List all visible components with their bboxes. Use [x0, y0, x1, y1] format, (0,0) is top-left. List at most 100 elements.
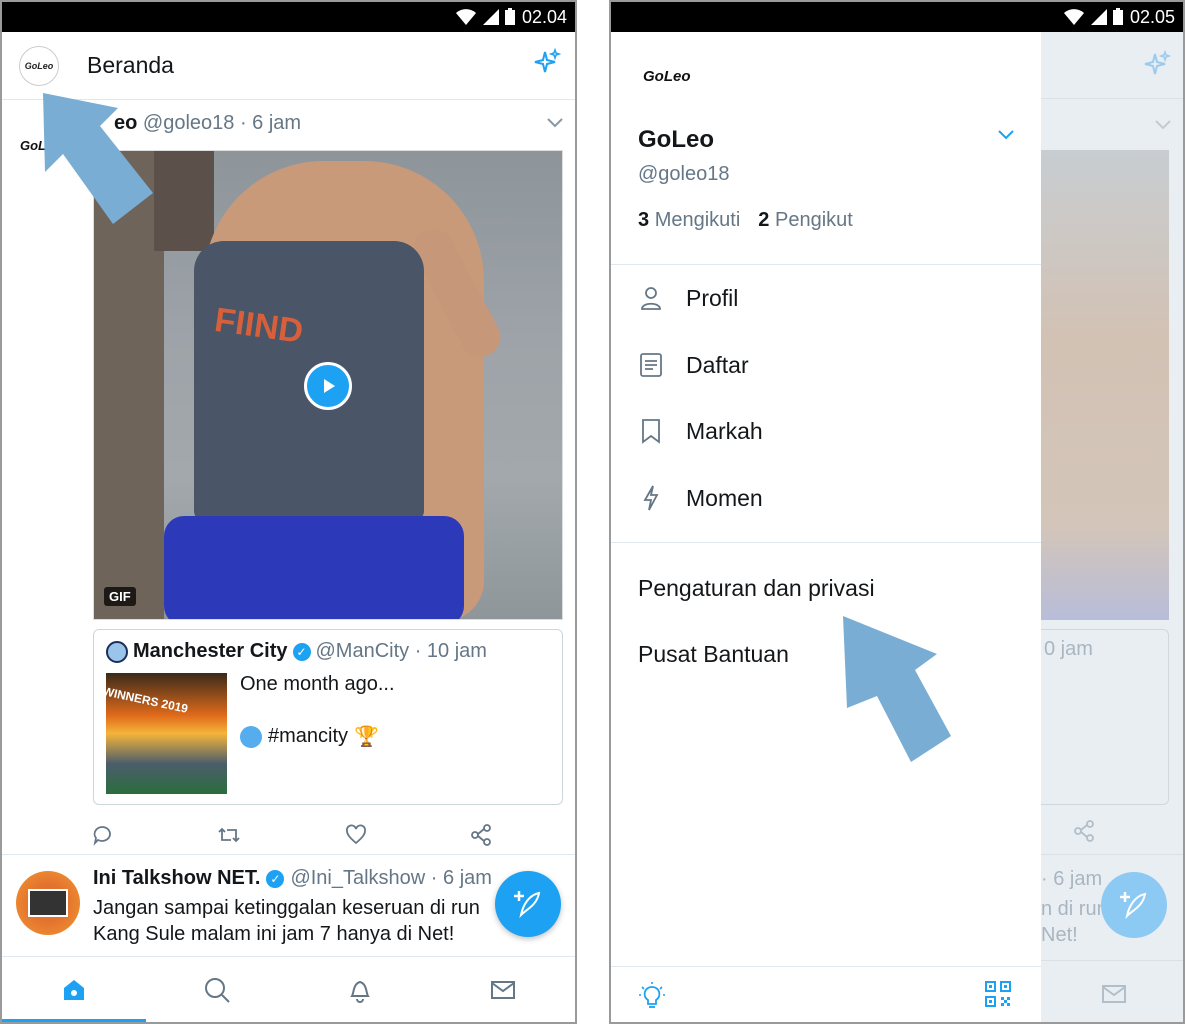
dimmed-timeline[interactable]: 0 jam · 6 jam n di run Net! — [1041, 32, 1183, 1022]
mail-icon — [1102, 985, 1126, 1003]
battery-icon — [504, 8, 515, 25]
bottom-nav — [2, 956, 575, 1022]
retweet-icon[interactable] — [217, 824, 241, 846]
dimmed-quote-meta: 0 jam — [1044, 638, 1093, 660]
divider — [1041, 854, 1183, 855]
drawer-bottom-bar — [611, 966, 1041, 1022]
page-title: Beranda — [87, 52, 174, 78]
wifi-icon — [1063, 9, 1084, 25]
lightning-icon — [638, 483, 664, 513]
annotation-arrow — [843, 616, 951, 762]
quoted-hashtag-line: #mancity 🏆 — [240, 724, 379, 749]
clock: 02.05 — [1129, 6, 1175, 27]
phone-screen-right: 02.05 0 jam · 6 jam n di run Net! GoLeo … — [609, 0, 1185, 1024]
gif-badge: GIF — [104, 587, 136, 606]
quoted-meta: @ManCity · 10 jam — [315, 640, 487, 662]
tweet-meta: @Ini_Talkshow · 6 jam — [290, 867, 492, 889]
tweet-text-line: Jangan sampai ketinggalan keseruan di ru… — [93, 897, 480, 919]
tweet-avatar[interactable] — [16, 871, 80, 935]
media-scene — [154, 151, 214, 251]
drawer-item-label: Markah — [686, 417, 763, 444]
signal-icon — [482, 9, 499, 25]
like-icon[interactable] — [345, 824, 367, 846]
quoted-image[interactable]: WINNERS 2019 — [106, 673, 227, 794]
play-icon — [324, 379, 335, 393]
search-icon[interactable] — [203, 976, 231, 1004]
chevron-down-icon[interactable] — [547, 118, 563, 128]
divider — [611, 264, 1041, 265]
status-bar: 02.04 — [2, 2, 575, 32]
mancity-avatar — [106, 640, 128, 663]
wifi-icon — [455, 9, 476, 25]
gif-media[interactable]: FIIND GIF — [93, 150, 563, 620]
feather-plus-icon — [514, 891, 541, 919]
divider — [611, 542, 1041, 543]
chevron-down-icon — [1155, 120, 1171, 130]
sparkle-icon[interactable] — [531, 48, 561, 78]
tweet-header: Ini Talkshow NET. ✓ @Ini_Talkshow · 6 ja… — [93, 867, 492, 890]
share-icon — [1074, 820, 1094, 842]
profile-avatar-button[interactable]: GoLeo — [19, 46, 59, 86]
drawer-display-name[interactable]: GoLeo — [638, 126, 714, 154]
play-button[interactable] — [304, 362, 352, 410]
following-label: Mengikuti — [654, 209, 741, 231]
drawer-item-profil[interactable]: Profil — [638, 278, 738, 318]
compose-tweet-button — [1101, 872, 1167, 938]
phone-screen-left: 02.04 GoLeo Beranda GoLeo eo @goleo18 · … — [0, 0, 577, 1024]
tweet-author-name[interactable]: Ini Talkshow NET. — [93, 867, 260, 890]
lightbulb-icon[interactable] — [637, 981, 667, 1011]
home-icon[interactable] — [60, 976, 88, 1004]
image-banner-text: WINNERS 2019 — [106, 684, 190, 716]
drawer-item-daftar[interactable]: Daftar — [638, 345, 749, 385]
followers-link[interactable]: 2 Pengikut — [758, 209, 853, 232]
drawer-item-label: Daftar — [686, 351, 749, 378]
tweet-meta: @goleo18 · 6 jam — [142, 112, 302, 134]
hashtag-link[interactable]: #mancity — [268, 725, 348, 748]
quoted-author-name: Manchester City — [133, 640, 288, 662]
verified-icon: ✓ — [292, 642, 311, 661]
media-scene — [164, 516, 464, 619]
quoted-text: One month ago... — [240, 673, 395, 695]
followers-count: 2 — [758, 209, 770, 231]
tweet-card[interactable]: Ini Talkshow NET. ✓ @Ini_Talkshow · 6 ja… — [2, 855, 575, 960]
following-count: 3 — [638, 209, 650, 231]
sparkle-icon — [1144, 50, 1171, 75]
settings-privacy-link[interactable]: Pengaturan dan privasi — [638, 575, 875, 602]
bookmark-icon — [638, 416, 664, 446]
mail-icon[interactable] — [489, 976, 517, 1004]
battery-icon — [1112, 8, 1123, 25]
following-link[interactable]: 3 Mengikuti — [638, 209, 740, 232]
follow-stats: 3 Mengikuti 2 Pengikut — [638, 209, 853, 232]
share-icon[interactable] — [470, 824, 492, 846]
compose-tweet-button[interactable] — [495, 871, 561, 937]
quoted-tweet[interactable]: Manchester City ✓ @ManCity · 10 jam WINN… — [93, 629, 563, 805]
status-icons — [1062, 8, 1124, 26]
dimmed-tweet-text: Net! — [1041, 924, 1078, 946]
person-icon — [638, 283, 664, 313]
list-icon — [638, 350, 664, 380]
drawer-item-momen[interactable]: Momen — [638, 478, 763, 518]
reply-icon[interactable] — [92, 824, 114, 846]
trophy-emoji: 🏆 — [354, 726, 379, 748]
avatar-image — [28, 889, 68, 917]
navigation-drawer: GoLeo GoLeo @goleo18 3 Mengikuti 2 Pengi… — [611, 32, 1041, 1022]
signal-icon — [1090, 9, 1107, 25]
dimmed-tweet-text: n di run — [1041, 898, 1108, 920]
drawer-item-label: Profil — [686, 284, 739, 311]
followers-label: Pengikut — [774, 209, 853, 231]
status-bar: 02.05 — [611, 2, 1183, 32]
drawer-handle: @goleo18 — [638, 163, 730, 185]
divider — [1041, 960, 1183, 961]
drawer-item-markah[interactable]: Markah — [638, 411, 763, 451]
bell-icon[interactable] — [346, 976, 374, 1004]
status-icons — [454, 8, 516, 26]
drawer-avatar[interactable]: GoLeo — [643, 68, 691, 85]
help-center-link[interactable]: Pusat Bantuan — [638, 641, 789, 668]
active-tab-indicator — [2, 1019, 146, 1022]
annotation-arrow — [43, 93, 153, 224]
chevron-down-icon[interactable] — [998, 130, 1014, 140]
blue-circle-emoji — [240, 725, 262, 748]
feather-plus-icon — [1120, 892, 1147, 920]
tweet-text-line: Kang Sule malam ini jam 7 hanya di Net! — [93, 923, 455, 945]
qr-code-icon[interactable] — [985, 981, 1011, 1007]
